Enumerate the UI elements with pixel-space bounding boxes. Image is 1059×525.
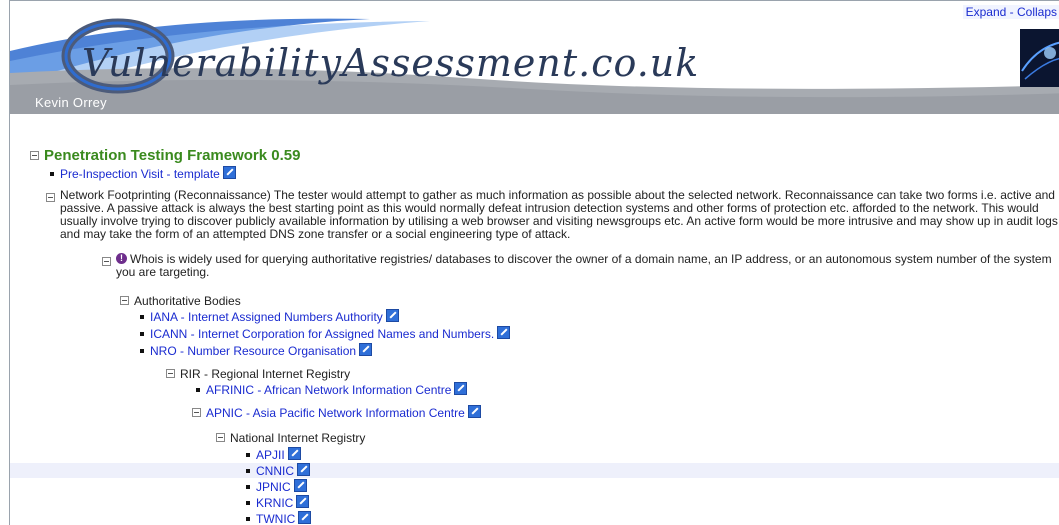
collapse-toggle[interactable] [192, 408, 201, 418]
twnic-link[interactable]: TWNIC [256, 512, 295, 525]
tree-root: Penetration Testing Framework 0.59 [30, 147, 301, 164]
page-frame: VulnerabilityAssessment.co.uk Kevin Orre… [9, 0, 1059, 525]
list-item-authoritative-bodies: Authoritative Bodies [120, 294, 241, 308]
site-title: VulnerabilityAssessment.co.uk [82, 41, 700, 85]
edit-icon[interactable] [298, 511, 312, 525]
edit-icon[interactable] [222, 166, 236, 180]
collapse-toggle[interactable] [216, 433, 225, 443]
page-title: Penetration Testing Framework 0.59 [44, 147, 301, 164]
list-item-nir: National Internet Registry [216, 431, 365, 445]
list-item-rir: RIR - Regional Internet Registry [166, 367, 350, 381]
list-item: NRO - Number Resource Organisation [140, 343, 373, 358]
collapse-toggle[interactable] [30, 151, 39, 161]
iana-link[interactable]: IANA - Internet Assigned Numbers Authori… [150, 310, 383, 324]
afrinic-link[interactable]: AFRINIC - African Network Information Ce… [206, 383, 451, 397]
list-item: CNNIC [246, 463, 310, 478]
footprinting-text: Network Footprinting (Reconnaissance) Th… [60, 188, 1058, 241]
list-item: KRNIC [246, 495, 310, 510]
jpnic-link[interactable]: JPNIC [256, 480, 291, 494]
nro-link[interactable]: NRO - Number Resource Organisation [150, 344, 356, 358]
bullet-icon [196, 387, 200, 392]
list-item-footprinting: Network Footprinting (Reconnaissance) Th… [46, 189, 1059, 241]
bullet-icon [246, 484, 250, 489]
krnic-link[interactable]: KRNIC [256, 496, 293, 510]
collapse-toggle[interactable] [46, 193, 55, 202]
edit-icon[interactable] [359, 343, 373, 357]
list-item: AFRINIC - African Network Information Ce… [196, 382, 468, 397]
edit-icon[interactable] [293, 479, 307, 493]
edit-icon[interactable] [467, 405, 481, 419]
icann-link[interactable]: ICANN - Internet Corporation for Assigne… [150, 327, 494, 341]
edit-icon[interactable] [497, 326, 511, 340]
list-item: Pre-Inspection Visit - template [50, 166, 236, 181]
pre-inspection-link[interactable]: Pre-Inspection Visit - template [60, 167, 220, 181]
list-item: IANA - Internet Assigned Numbers Authori… [140, 309, 399, 324]
cnnic-link[interactable]: CNNIC [256, 464, 294, 478]
list-item-apnic: APNIC - Asia Pacific Network Information… [192, 405, 481, 420]
expand-collapse-link[interactable]: Expand - Collaps [962, 5, 1059, 19]
bullet-icon [246, 500, 250, 505]
bullet-icon [140, 348, 144, 353]
author-name: Kevin Orrey [35, 95, 107, 110]
list-item: ICANN - Internet Corporation for Assigne… [140, 326, 511, 341]
collapse-toggle[interactable] [102, 257, 111, 266]
list-item-whois: ! Whois is widely used for querying autho… [102, 253, 1059, 279]
nir-label: National Internet Registry [230, 431, 366, 445]
authoritative-bodies-label: Authoritative Bodies [134, 294, 241, 308]
edit-icon[interactable] [297, 463, 310, 477]
bullet-icon [50, 171, 54, 176]
whois-text: Whois is widely used for querying author… [116, 252, 1052, 279]
bullet-icon [246, 516, 250, 521]
bullet-icon [140, 331, 144, 336]
apjii-link[interactable]: APJII [256, 448, 285, 462]
edit-icon[interactable] [385, 309, 399, 323]
edit-icon[interactable] [287, 447, 301, 461]
bullet-icon [246, 452, 250, 457]
bullet-icon [246, 468, 250, 473]
list-item: APJII [246, 447, 301, 462]
apnic-link[interactable]: APNIC - Asia Pacific Network Information… [206, 406, 465, 420]
list-item: TWNIC [246, 511, 312, 525]
edit-icon[interactable] [296, 495, 310, 509]
edit-icon[interactable] [454, 382, 468, 396]
info-icon: ! [116, 253, 127, 265]
bullet-icon [140, 314, 144, 319]
collapse-toggle[interactable] [120, 296, 129, 306]
list-item: JPNIC [246, 479, 307, 494]
collapse-toggle[interactable] [166, 369, 175, 379]
rir-label: RIR - Regional Internet Registry [180, 367, 351, 381]
row-highlight [10, 463, 1059, 478]
